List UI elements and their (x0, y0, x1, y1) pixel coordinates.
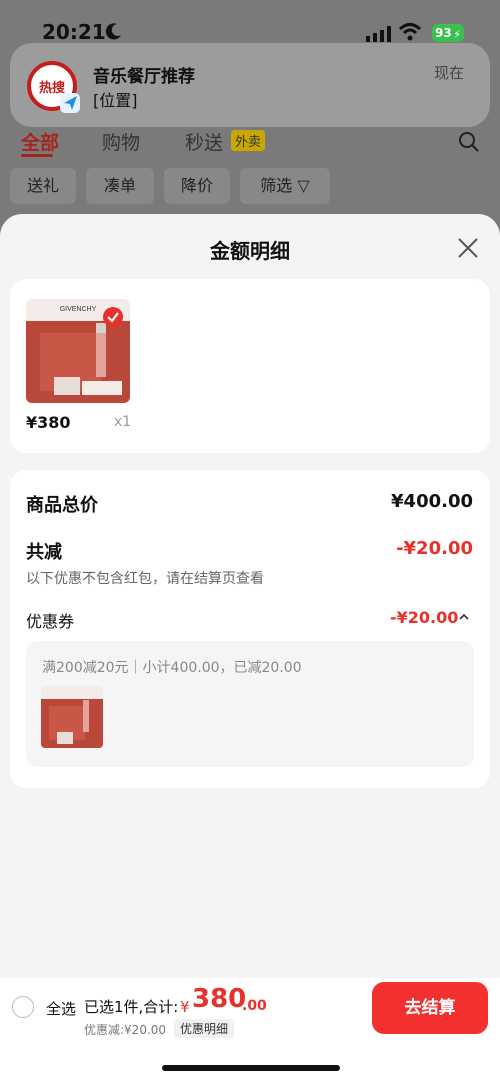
search-icon[interactable] (458, 131, 480, 153)
checkout-button[interactable]: 去结算 (372, 982, 488, 1034)
status-time: 20:21 (42, 20, 106, 44)
total-price-value: ¥400.00 (391, 491, 473, 512)
wifi-icon (398, 23, 422, 41)
notification-banner[interactable] (10, 43, 490, 127)
product-quantity: x1 (114, 414, 132, 430)
chevron-up-icon[interactable] (458, 612, 470, 622)
battery-level: 93 (435, 26, 452, 40)
screen: 20:21 93 ⚡ 全部 购物 秒送 外卖 送礼 凑单 降价 筛选 ▽ 热搜 … (0, 0, 500, 1082)
notification-body: [位置] (93, 91, 138, 110)
checked-icon[interactable] (102, 306, 124, 328)
tab-underline (21, 154, 53, 157)
home-bar-area (0, 1038, 500, 1082)
product-brand: GIVENCHY (60, 306, 97, 313)
coupon-value[interactable]: -¥20.00 (390, 608, 458, 627)
total-amount-integer: 380 (192, 984, 247, 1014)
tab-flash-delivery[interactable]: 秒送 (185, 128, 223, 155)
tab-all[interactable]: 全部 (21, 128, 59, 155)
reduce-value: -¥20.00 (396, 538, 473, 559)
total-currency: ¥ (180, 998, 190, 1016)
coupon-label: 优惠券 (26, 612, 75, 631)
reduce-label: 共减 (26, 542, 62, 563)
filter-options[interactable]: 筛选 ▽ (240, 168, 330, 204)
coupon-detail-text: 满200减20元｜小计400.00，已减20.00 (42, 660, 302, 676)
notification-title: 音乐餐厅推荐 (93, 67, 195, 87)
selected-count-text: 已选1件,合计: (84, 998, 179, 1016)
home-indicator[interactable] (162, 1065, 340, 1071)
select-all-label[interactable]: 全选 (46, 998, 76, 1019)
signal-icon (366, 26, 391, 42)
moon-icon (105, 23, 121, 40)
filter-price-drop[interactable]: 降价 (164, 168, 230, 204)
coupon-product-image (41, 686, 103, 748)
product-price: ¥380 (26, 413, 71, 432)
select-all-radio[interactable] (12, 996, 34, 1018)
total-price-label: 商品总价 (26, 495, 98, 516)
filter-gift[interactable]: 送礼 (10, 168, 76, 204)
notification-time: 现在 (434, 64, 465, 82)
battery-indicator: 93 ⚡ (432, 24, 464, 42)
sheet-title: 金额明细 (210, 239, 290, 263)
discount-summary: 优惠减:¥20.00 (84, 1023, 167, 1037)
filter-bundle[interactable]: 凑单 (86, 168, 154, 204)
bolt-icon: ⚡ (453, 28, 461, 41)
discount-note: 以下优惠不包含红包，请在结算页查看 (26, 571, 264, 587)
takeout-badge: 外卖 (231, 130, 266, 151)
location-arrow-icon (60, 93, 80, 113)
total-amount-decimal: .00 (242, 998, 267, 1014)
tab-shopping[interactable]: 购物 (102, 128, 140, 155)
close-icon[interactable] (456, 236, 480, 260)
discount-detail-button[interactable]: 优惠明细 (174, 1019, 235, 1038)
